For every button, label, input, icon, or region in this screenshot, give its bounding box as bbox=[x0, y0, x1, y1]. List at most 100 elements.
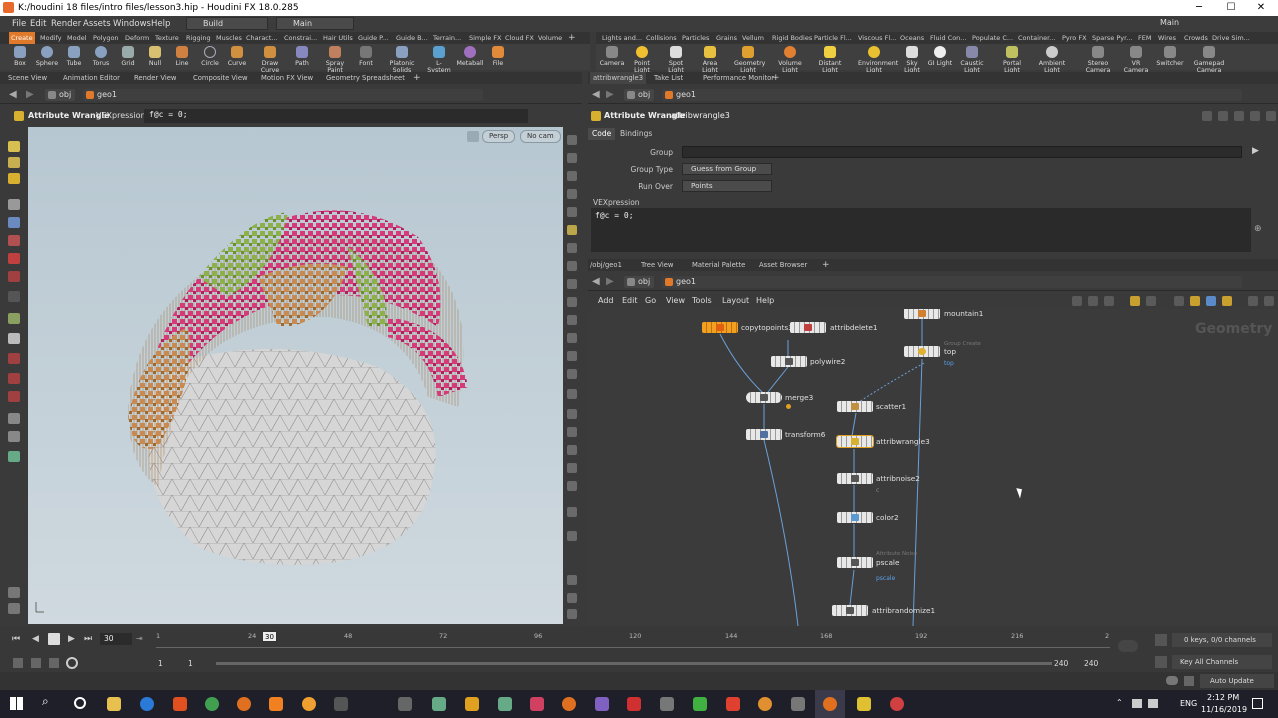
tab-render-view[interactable]: Render View bbox=[134, 72, 177, 84]
clock-time[interactable]: 2:12 PM bbox=[1207, 693, 1239, 702]
create-spare-params-icon[interactable]: ⊕ bbox=[1254, 224, 1262, 234]
settings-icon[interactable] bbox=[8, 587, 20, 598]
minimize-button[interactable]: ─ bbox=[1184, 0, 1214, 16]
folder-icon[interactable] bbox=[1222, 296, 1232, 306]
menu-assets[interactable]: Assets bbox=[83, 16, 111, 32]
shelf-tab[interactable]: Charact... bbox=[246, 32, 278, 44]
node-attribnoise2[interactable] bbox=[837, 473, 873, 484]
tab-scene-view[interactable]: Scene View bbox=[8, 72, 47, 84]
timeline-ruler[interactable]: 1 24 48 72 96 120 144 168 192 216 2 30 bbox=[156, 630, 1110, 648]
audio-icon[interactable] bbox=[1118, 640, 1138, 652]
info-icon[interactable] bbox=[567, 575, 577, 585]
vexpression-input[interactable]: f@c = 0; bbox=[144, 109, 528, 123]
node-merge3[interactable] bbox=[746, 392, 782, 403]
shelf-tab[interactable]: Terrain... bbox=[433, 32, 461, 44]
tool-platonic-solids[interactable]: Platonic Solids bbox=[388, 46, 416, 74]
node-transform6[interactable] bbox=[746, 429, 782, 440]
tool-camera[interactable]: Camera bbox=[598, 46, 626, 67]
add-pane-tab-icon[interactable]: + bbox=[772, 72, 780, 84]
normals-icon[interactable] bbox=[567, 279, 577, 289]
menu-help[interactable]: Help bbox=[151, 16, 170, 32]
shelf-tab[interactable]: Model bbox=[67, 32, 87, 44]
shelf-tab[interactable]: Populate C... bbox=[972, 32, 1013, 44]
tab-take-list[interactable]: Take List bbox=[654, 72, 683, 84]
vlc-icon[interactable] bbox=[269, 697, 283, 711]
app-icon[interactable] bbox=[398, 697, 412, 711]
number-icon[interactable] bbox=[567, 369, 577, 379]
visualize-icon[interactable] bbox=[567, 351, 577, 361]
tray-arrow-icon[interactable]: ⌃ bbox=[1116, 698, 1123, 707]
light-icon[interactable] bbox=[567, 225, 577, 235]
select-tool-icon[interactable] bbox=[8, 199, 20, 210]
shelf-tab[interactable]: Deform bbox=[125, 32, 149, 44]
tool-environment-light[interactable]: Environment Light bbox=[858, 46, 898, 74]
frame-icon[interactable] bbox=[567, 427, 577, 437]
shelf-tab[interactable]: Guide P... bbox=[358, 32, 388, 44]
add-pane-tab-icon[interactable]: + bbox=[413, 72, 421, 84]
app-icon[interactable] bbox=[595, 697, 609, 711]
points-icon[interactable] bbox=[567, 261, 577, 271]
wireframe-icon[interactable] bbox=[567, 315, 577, 325]
shading-icon[interactable] bbox=[567, 153, 577, 163]
shelf-tab[interactable]: Vellum bbox=[742, 32, 764, 44]
snapshot-icon[interactable] bbox=[1174, 296, 1184, 306]
range-slider[interactable] bbox=[216, 662, 1052, 665]
tool-sphere[interactable]: Sphere bbox=[33, 46, 61, 67]
key-all-icon[interactable] bbox=[1155, 656, 1167, 668]
cortana-icon[interactable] bbox=[74, 697, 86, 709]
shelf-tab[interactable]: Polygon bbox=[93, 32, 119, 44]
scene-viewport[interactable]: Persp No cam bbox=[28, 127, 563, 624]
step-icon[interactable]: ⇥ bbox=[136, 634, 143, 643]
menu-view[interactable]: View bbox=[666, 296, 685, 305]
shelf-tab[interactable]: Crowds bbox=[1184, 32, 1208, 44]
guide-icon[interactable] bbox=[567, 409, 577, 419]
camera-dropdown[interactable]: No cam bbox=[520, 130, 561, 143]
shelf-tab[interactable]: Texture bbox=[155, 32, 179, 44]
abc-icon[interactable] bbox=[567, 481, 577, 491]
menu-windows[interactable]: Windows bbox=[113, 16, 151, 32]
tab-composite-view[interactable]: Composite View bbox=[193, 72, 248, 84]
scale-tool-icon[interactable] bbox=[8, 253, 20, 264]
tool-spot-light[interactable]: Spot Light bbox=[662, 46, 690, 74]
start-icon[interactable] bbox=[10, 697, 23, 710]
shelf-tab[interactable]: Modify bbox=[40, 32, 62, 44]
handle-tool-icon[interactable] bbox=[8, 141, 20, 152]
snapshot-icon[interactable] bbox=[567, 507, 577, 517]
grid-snap-icon[interactable] bbox=[8, 333, 20, 344]
language-indicator[interactable]: ENG bbox=[1180, 699, 1197, 708]
back-arrow-icon[interactable]: ◀ bbox=[592, 86, 600, 104]
path-obj[interactable]: obj bbox=[45, 89, 76, 101]
brush-tool-icon[interactable] bbox=[8, 271, 20, 282]
tool-spray-paint[interactable]: Spray Paint bbox=[318, 46, 352, 74]
node-mountain1[interactable] bbox=[904, 309, 940, 319]
keys-info[interactable]: 0 keys, 0/0 channels bbox=[1172, 633, 1272, 647]
uv-icon[interactable] bbox=[567, 297, 577, 307]
tool-circle[interactable]: Circle bbox=[196, 46, 224, 67]
tab-performance-monitor[interactable]: Performance Monitor bbox=[703, 72, 774, 84]
node-attribdelete1[interactable] bbox=[790, 322, 826, 333]
help-icon[interactable] bbox=[1264, 296, 1274, 306]
shelf-tab-create[interactable]: Create bbox=[9, 32, 35, 44]
shelf-tab[interactable]: Collisions bbox=[646, 32, 677, 44]
daz-icon[interactable] bbox=[334, 697, 348, 711]
pose-tool-icon[interactable] bbox=[8, 173, 20, 184]
tool-sky-light[interactable]: Sky Light bbox=[898, 46, 926, 74]
add-shelf-tab-icon[interactable]: + bbox=[568, 32, 576, 44]
search-icon[interactable] bbox=[1248, 296, 1258, 306]
menu-go[interactable]: Go bbox=[645, 296, 656, 305]
layout-grid-icon[interactable] bbox=[567, 593, 577, 603]
path-geo1[interactable]: geo1 bbox=[83, 89, 483, 101]
file-explorer-icon[interactable] bbox=[107, 697, 121, 711]
gear-icon[interactable] bbox=[1202, 111, 1212, 121]
view-tool-icon[interactable] bbox=[8, 157, 20, 168]
menu-edit[interactable]: Edit bbox=[30, 16, 46, 32]
jump-start-icon[interactable]: ⏮ bbox=[12, 634, 20, 644]
note-icon[interactable] bbox=[1190, 296, 1200, 306]
link-icon[interactable] bbox=[567, 445, 577, 455]
move-tool-icon[interactable] bbox=[8, 217, 20, 228]
app-icon[interactable] bbox=[857, 697, 871, 711]
view-icon[interactable] bbox=[567, 463, 577, 473]
forward-arrow-icon[interactable]: ▶ bbox=[606, 86, 614, 104]
tool-switcher[interactable]: Switcher bbox=[1156, 46, 1184, 67]
menu-render[interactable]: Render bbox=[51, 16, 81, 32]
